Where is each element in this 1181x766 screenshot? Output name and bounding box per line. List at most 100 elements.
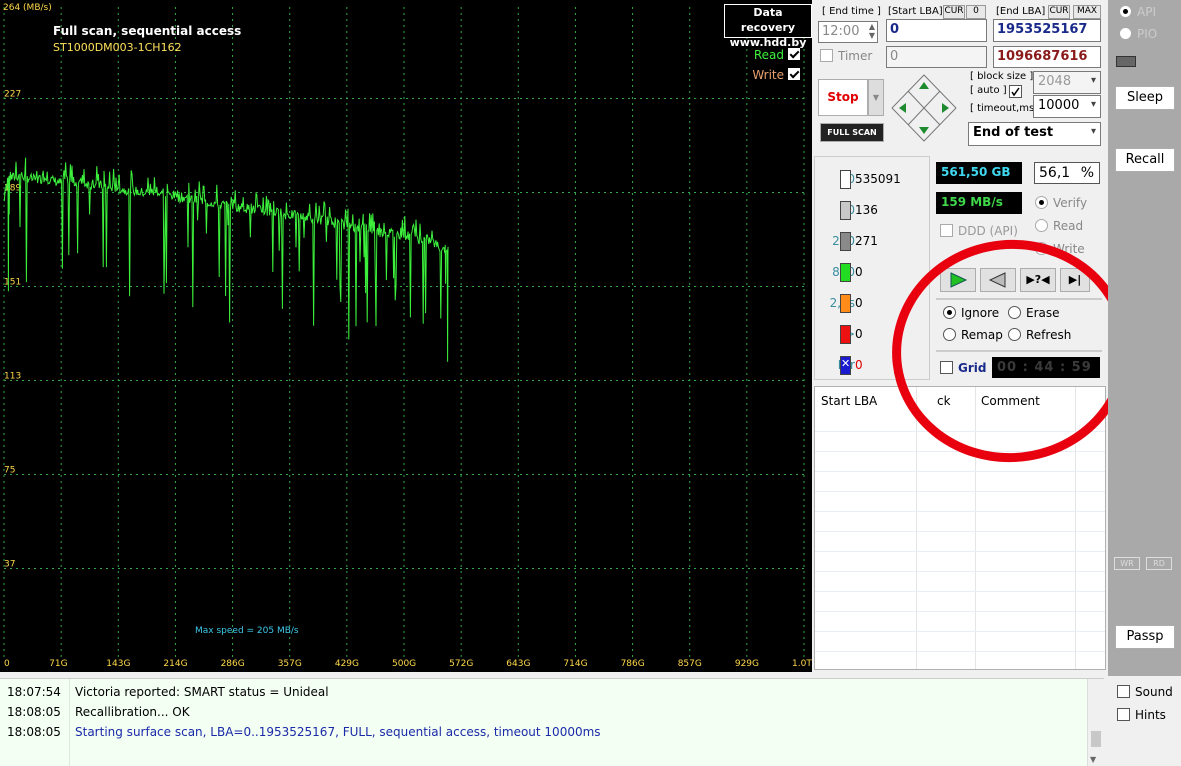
wr-indicator: WR — [1114, 557, 1140, 570]
read-label: Read — [1053, 219, 1084, 233]
scroll-down-icon[interactable]: ▼ — [1090, 755, 1096, 764]
end-time-label: [ End time ] — [822, 6, 881, 17]
block-size-value: 2048 — [1038, 74, 1072, 89]
sound-checkbox[interactable] — [1117, 685, 1130, 698]
timer-checkbox[interactable] — [820, 49, 833, 62]
log-time: 18:08:05 — [7, 725, 61, 739]
event-log[interactable]: 18:07:54 Victoria reported: SMART status … — [0, 678, 1104, 766]
pio-label: PIO — [1137, 27, 1158, 41]
legend-write-label: Write — [752, 68, 784, 82]
end-time-value: 12:00 — [822, 24, 860, 39]
ddd-api-label: DDD (API) — [958, 224, 1018, 238]
counter-row: 80136 — [816, 199, 931, 221]
start-cur-button[interactable]: CUR — [943, 5, 965, 19]
auto-checkbox[interactable] — [1009, 85, 1022, 98]
graph-title: Full scan, sequential access — [53, 24, 242, 38]
counter-swatch — [840, 325, 851, 344]
hints-checkbox[interactable] — [1117, 708, 1130, 721]
rd-indicator: RD — [1146, 557, 1172, 570]
pio-option[interactable]: PIO — [1119, 27, 1157, 41]
y-unit-label: 264 (MB/s) — [3, 3, 52, 13]
x-tick-label: 0 — [4, 659, 10, 669]
recall-button[interactable]: Recall — [1115, 148, 1175, 172]
timer-label: Timer — [838, 49, 873, 63]
speed-graph: 0 71G 143G 214G 286G 357G 429G 500G 572G 643G 714G… — [0, 0, 812, 672]
brand-badge: Data recovery www.hdd.by — [724, 4, 812, 49]
col-start-lba[interactable]: Start LBA — [821, 394, 877, 408]
counter-swatch — [840, 232, 851, 251]
x-tick-label: 929G — [735, 659, 759, 669]
timeout-select[interactable]: 10000 ▾ — [1033, 95, 1101, 118]
api-label: API — [1137, 5, 1156, 19]
start-cur-value: 0 — [966, 5, 986, 19]
counter-swatch — [840, 263, 851, 282]
log-entry[interactable]: 18:08:05 Starting surface scan, LBA=0..19… — [0, 721, 1088, 741]
counter-value: 535091 — [855, 172, 901, 186]
counter-row: 20535091 — [816, 168, 931, 190]
counter-swatch — [840, 170, 851, 189]
percent-display: 56,1 % — [1034, 162, 1100, 184]
mode-verify[interactable]: Verify — [1035, 196, 1087, 210]
x-tick-label: 714G — [563, 659, 587, 669]
stop-dropdown-arrow-icon[interactable]: ▼ — [868, 79, 884, 116]
end-action-select[interactable]: End of test ▾ — [968, 122, 1101, 146]
x-tick-label: 357G — [278, 659, 302, 669]
end-lba-label: [End LBA] — [996, 6, 1046, 17]
passp-button[interactable]: Passp — [1115, 625, 1175, 649]
right-sidebar: API PIO Sleep Recall WR RD Passp — [1108, 0, 1181, 676]
legend-write-checkbox[interactable] — [788, 68, 800, 80]
x-tick-label: 214G — [163, 659, 187, 669]
chevron-down-icon: ▾ — [1090, 126, 1096, 137]
timer-toggle[interactable]: Timer — [820, 49, 872, 63]
brand-line-1: Data recovery — [740, 6, 796, 34]
x-tick-label: 143G — [106, 659, 130, 669]
sleep-button[interactable]: Sleep — [1115, 86, 1175, 110]
end-action-value: End of test — [973, 125, 1054, 140]
end-max-button[interactable]: MAX — [1073, 5, 1101, 19]
read-radio[interactable] — [1035, 219, 1048, 232]
scroll-thumb[interactable] — [1091, 731, 1101, 747]
counter-row: 200271 — [816, 230, 931, 252]
chevron-down-icon: ▾ — [1090, 75, 1096, 86]
api-option[interactable]: API — [1119, 5, 1156, 19]
counter-value: 136 — [855, 203, 878, 217]
percent-sign: % — [1080, 165, 1094, 181]
spin-icon[interactable]: ▲ ▼ — [869, 22, 875, 40]
y-tick-label: 75 — [4, 465, 15, 475]
full-scan-button[interactable]: FULL SCAN — [820, 123, 884, 142]
indicator-icon — [1116, 56, 1136, 67]
x-tick-label: 786G — [621, 659, 645, 669]
log-entry[interactable]: 18:08:05 Recallibration... OK — [0, 701, 1088, 721]
hints-toggle[interactable]: Hints — [1117, 708, 1166, 722]
speed-display: 159 MB/s — [936, 192, 1022, 214]
x-tick-label: 1.0T — [792, 659, 812, 669]
pio-radio[interactable] — [1119, 27, 1132, 40]
block-size-label: [ block size ] — [970, 71, 1034, 82]
legend-read[interactable]: Read — [754, 48, 800, 62]
end-lba-input[interactable]: 1953525167 — [993, 19, 1101, 42]
log-message: Recallibration... OK — [75, 705, 190, 719]
counter-value: 0 — [855, 265, 863, 279]
stop-button[interactable]: Stop — [818, 79, 868, 116]
block-size-select[interactable]: 2048 ▾ — [1033, 71, 1101, 94]
ddd-api-toggle[interactable]: DDD (API) — [940, 224, 1018, 238]
legend-read-checkbox[interactable] — [788, 48, 800, 60]
legend-write[interactable]: Write — [752, 68, 800, 82]
counter-value: 0 — [855, 296, 863, 310]
seek-direction-pad[interactable] — [890, 73, 958, 143]
log-scrollbar[interactable]: ▼ — [1087, 679, 1104, 766]
api-radio[interactable] — [1119, 5, 1132, 18]
timer-input[interactable]: 0 — [886, 46, 987, 68]
ddd-api-checkbox[interactable] — [940, 224, 953, 237]
counter-value: 0 — [855, 358, 863, 372]
mode-read[interactable]: Read — [1035, 219, 1083, 233]
log-entry[interactable]: 18:07:54 Victoria reported: SMART status … — [0, 681, 1088, 701]
x-tick-label: 643G — [506, 659, 530, 669]
verify-radio[interactable] — [1035, 196, 1048, 209]
end-time-input[interactable]: 12:00 ▲ ▼ — [818, 21, 878, 43]
start-lba-input[interactable]: 0 — [886, 19, 987, 42]
sound-toggle[interactable]: Sound — [1117, 685, 1173, 699]
end-cur-button[interactable]: CUR — [1048, 5, 1070, 19]
drive-model: ST1000DM003-1CH162 — [53, 41, 182, 54]
current-lba-display: 1096687616 — [993, 46, 1101, 68]
